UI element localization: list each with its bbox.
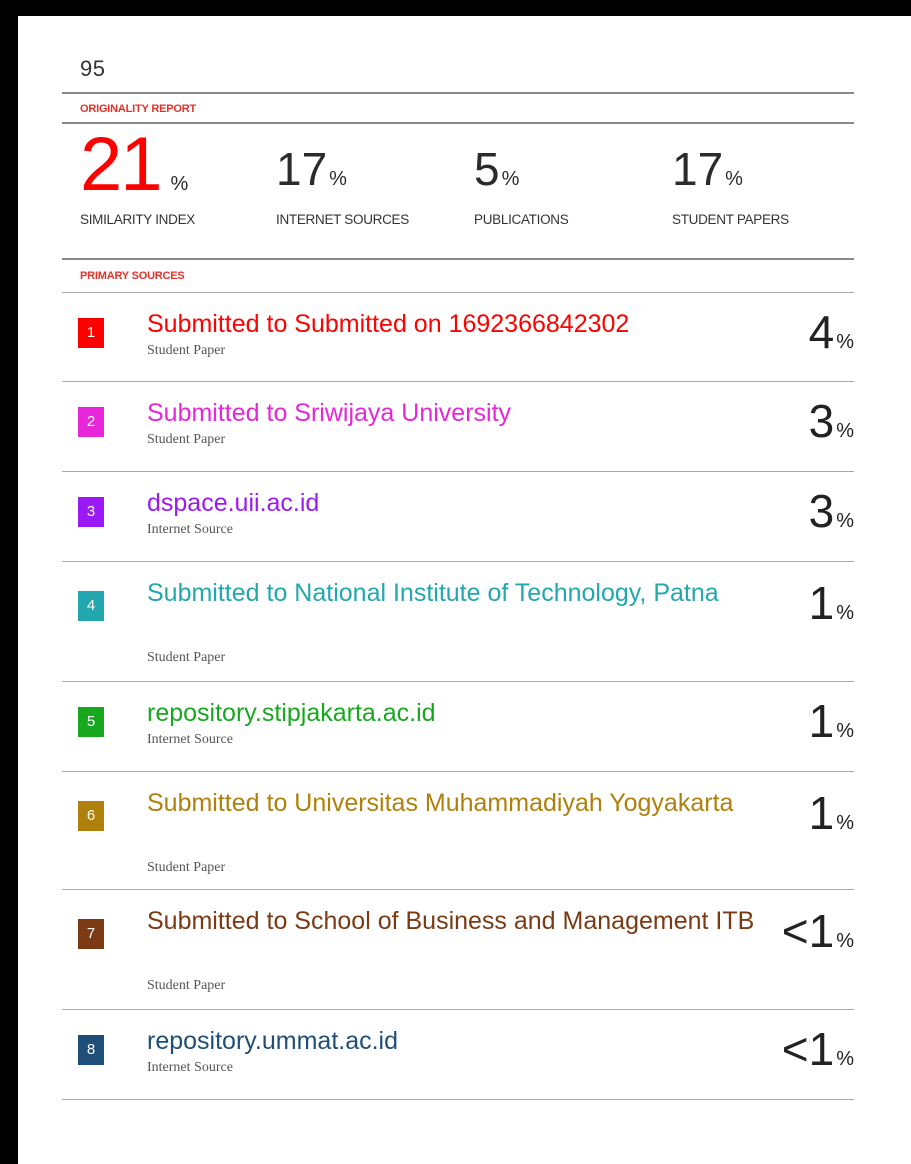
source-row: 2 Submitted to Sriwijaya University Studen…: [62, 382, 854, 472]
stat-similarity-index: 21% SIMILARITY INDEX: [80, 127, 195, 228]
source-title[interactable]: dspace.uii.ac.id: [147, 484, 757, 522]
header-divider: [62, 92, 854, 94]
source-row: 5 repository.stipjakarta.ac.id Internet So…: [62, 682, 854, 772]
source-title[interactable]: Submitted to School of Business and Mana…: [147, 902, 757, 940]
source-percentage: <1%: [782, 1022, 854, 1076]
source-rank-badge: 7: [78, 919, 104, 949]
source-percentage-value: 1: [808, 577, 835, 629]
source-rank-badge: 8: [78, 1035, 104, 1065]
source-type: Internet Source: [147, 732, 233, 747]
stats-divider: [62, 258, 854, 260]
source-title[interactable]: Submitted to National Institute of Techn…: [147, 574, 757, 612]
stat-label: SIMILARITY INDEX: [80, 212, 195, 227]
stat-value: 17: [276, 143, 328, 195]
source-percentage-unit: %: [836, 720, 854, 742]
stat-unit: %: [170, 173, 189, 195]
stat-publications: 5% PUBLICATIONS: [474, 134, 569, 227]
source-rank-badge: 1: [78, 318, 104, 348]
source-percentage: 3%: [809, 394, 854, 448]
stat-unit: %: [329, 168, 347, 190]
source-title[interactable]: repository.stipjakarta.ac.id: [147, 694, 757, 732]
source-percentage-unit: %: [836, 510, 854, 532]
originality-report-label: ORIGINALITY REPORT: [80, 103, 196, 115]
source-row: 6 Submitted to Universitas Muhammadiyah Y…: [62, 772, 854, 890]
source-title[interactable]: Submitted to Sriwijaya University: [147, 394, 757, 432]
stat-label: INTERNET SOURCES: [276, 212, 409, 227]
source-percentage-unit: %: [836, 1048, 854, 1070]
stat-internet-sources: 17% INTERNET SOURCES: [276, 134, 409, 227]
source-rank-badge: 3: [78, 497, 104, 527]
source-percentage-value: 1: [808, 695, 835, 747]
report-page: 95 ORIGINALITY REPORT 21% SIMILARITY IND…: [18, 16, 911, 1164]
source-percentage-unit: %: [836, 930, 854, 952]
source-type: Student Paper: [147, 860, 226, 875]
source-percentage-unit: %: [836, 420, 854, 442]
source-row: 8 repository.ummat.ac.id Internet Source <1…: [62, 1010, 854, 1100]
source-rank-badge: 2: [78, 407, 104, 437]
source-percentage: 4%: [809, 305, 854, 359]
document-number: 95: [80, 56, 106, 81]
stat-label: PUBLICATIONS: [474, 212, 569, 227]
stat-value: 5: [474, 143, 500, 195]
originality-divider: [62, 122, 854, 124]
source-percentage: 1%: [809, 694, 854, 748]
source-percentage-value: 1: [808, 787, 835, 839]
stat-label: STUDENT PAPERS: [672, 212, 789, 227]
source-title[interactable]: Submitted to Submitted on 1692366842302: [147, 305, 757, 343]
source-title[interactable]: Submitted to Universitas Muhammadiyah Yo…: [147, 784, 757, 822]
source-percentage: 1%: [809, 576, 854, 630]
source-row: 3 dspace.uii.ac.id Internet Source 3%: [62, 472, 854, 562]
source-rank-badge: 6: [78, 801, 104, 831]
source-title[interactable]: repository.ummat.ac.id: [147, 1022, 757, 1060]
source-percentage-unit: %: [836, 331, 854, 353]
source-type: Internet Source: [147, 1060, 233, 1075]
source-percentage-value: 3: [808, 485, 835, 537]
primary-sources-label: PRIMARY SOURCES: [80, 270, 185, 282]
source-rank-badge: 5: [78, 707, 104, 737]
source-percentage: 3%: [809, 484, 854, 538]
source-percentage-unit: %: [836, 812, 854, 834]
source-divider: [62, 1099, 854, 1100]
source-row: 1 Submitted to Submitted on 1692366842302…: [62, 293, 854, 382]
source-row: 7 Submitted to School of Business and Man…: [62, 890, 854, 1010]
stat-student-papers: 17% STUDENT PAPERS: [672, 134, 789, 227]
source-rank-badge: 4: [78, 591, 104, 621]
stat-value: 17: [672, 143, 724, 195]
source-percentage-value: <1: [781, 905, 835, 957]
source-percentage: 1%: [809, 786, 854, 840]
source-percentage-value: 3: [808, 395, 835, 447]
source-type: Internet Source: [147, 522, 233, 537]
stat-unit: %: [501, 168, 520, 190]
source-type: Student Paper: [147, 343, 226, 358]
source-percentage: <1%: [782, 904, 854, 958]
stat-unit: %: [725, 168, 743, 190]
source-row: 4 Submitted to National Institute of Tech…: [62, 562, 854, 682]
stat-value: 21: [80, 122, 163, 207]
source-percentage-value: 4: [808, 306, 835, 358]
source-type: Student Paper: [147, 432, 226, 447]
source-percentage-unit: %: [836, 602, 854, 624]
source-type: Student Paper: [147, 978, 226, 993]
source-percentage-value: <1: [781, 1023, 835, 1075]
source-type: Student Paper: [147, 650, 226, 665]
